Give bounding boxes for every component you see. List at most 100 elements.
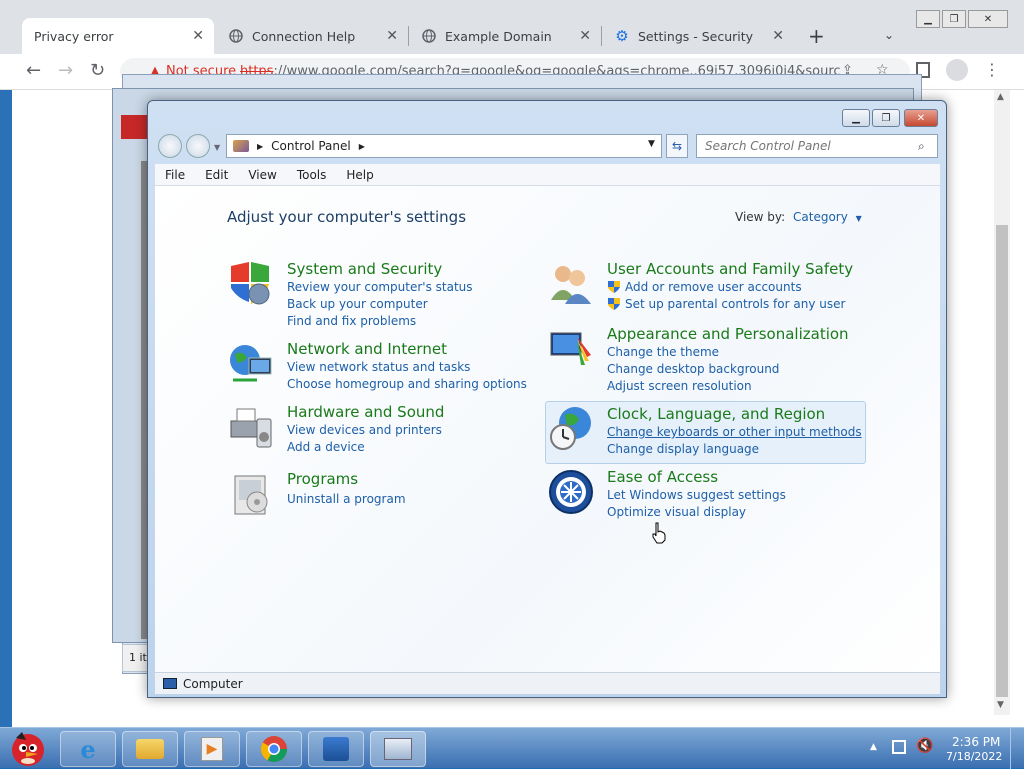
view-by-dropdown[interactable]: Category ▼ bbox=[793, 210, 862, 224]
tab-example-domain[interactable]: Example Domain ✕ bbox=[409, 18, 601, 54]
refresh-icon[interactable]: ⇆ bbox=[666, 134, 688, 158]
link-uninstall[interactable]: Uninstall a program bbox=[287, 492, 406, 506]
search-icon[interactable]: ⌕ bbox=[918, 139, 925, 154]
forward-arrow-icon[interactable]: → bbox=[58, 60, 73, 81]
control-panel-window[interactable]: ▁ ❐ ✕ ▼ ▶ Control Panel ▶ ▼ ⇆ ⌕ File Edi… bbox=[147, 100, 947, 698]
category-title[interactable]: Programs bbox=[287, 470, 358, 488]
category-title[interactable]: Hardware and Sound bbox=[287, 403, 444, 421]
menu-view[interactable]: View bbox=[238, 168, 286, 182]
link-review-status[interactable]: Review your computer's status bbox=[287, 280, 473, 294]
tab-settings-security[interactable]: ⚙ Settings - Security ✕ bbox=[602, 18, 794, 54]
programs-box-icon bbox=[227, 470, 277, 520]
app-icon bbox=[323, 737, 349, 761]
link-back-up[interactable]: Back up your computer bbox=[287, 297, 428, 311]
tab-title: Settings - Security bbox=[638, 28, 754, 44]
link-change-keyboards[interactable]: Change keyboards or other input methods bbox=[607, 425, 862, 439]
close-button[interactable]: ✕ bbox=[968, 10, 1008, 28]
link-add-device[interactable]: Add a device bbox=[287, 440, 365, 454]
menu-kebab-icon[interactable]: ⋮ bbox=[984, 60, 1000, 79]
page-title: Adjust your computer's settings bbox=[227, 208, 467, 226]
clock-date[interactable]: 7/18/2022 bbox=[946, 750, 1002, 763]
maximize-button[interactable]: ❐ bbox=[872, 109, 900, 127]
link-optimize-display[interactable]: Optimize visual display bbox=[607, 505, 746, 519]
menu-bar: File Edit View Tools Help bbox=[155, 164, 940, 186]
new-tab-button[interactable]: + bbox=[808, 24, 825, 48]
tab-connection-help[interactable]: Connection Help ✕ bbox=[216, 18, 408, 54]
scrollbar-thumb[interactable] bbox=[996, 225, 1008, 697]
taskbar-app[interactable] bbox=[308, 731, 364, 767]
scroll-up-icon[interactable]: ▲ bbox=[997, 92, 1004, 102]
taskbar-chrome[interactable] bbox=[246, 731, 302, 767]
profile-avatar-icon[interactable] bbox=[946, 59, 968, 81]
clock-time[interactable]: 2:36 PM bbox=[952, 735, 1000, 749]
category-appearance: Appearance and Personalization Change th… bbox=[547, 325, 867, 393]
globe-icon bbox=[421, 28, 437, 44]
start-button[interactable] bbox=[4, 728, 52, 769]
close-icon[interactable]: ✕ bbox=[772, 28, 784, 44]
show-hidden-icons[interactable]: ▲ bbox=[870, 742, 877, 752]
category-title[interactable]: User Accounts and Family Safety bbox=[607, 260, 853, 278]
close-icon[interactable]: ✕ bbox=[579, 28, 591, 44]
link-display-language[interactable]: Change display language bbox=[607, 442, 759, 456]
link-homegroup[interactable]: Choose homegroup and sharing options bbox=[287, 377, 527, 391]
chevron-right-icon[interactable]: ▶ bbox=[257, 142, 263, 151]
category-clock-language-region: Clock, Language, and Region Change keybo… bbox=[547, 405, 867, 461]
close-icon[interactable]: ✕ bbox=[386, 28, 398, 44]
link-change-theme[interactable]: Change the theme bbox=[607, 345, 719, 359]
taskbar: e ▶ ▲ 🔇 2:36 PM 7/18/2022 bbox=[0, 727, 1024, 769]
network-icon[interactable] bbox=[892, 740, 906, 754]
category-title[interactable]: System and Security bbox=[287, 260, 442, 278]
taskbar-file-explorer[interactable] bbox=[122, 731, 178, 767]
computer-icon bbox=[163, 678, 177, 689]
minimize-button[interactable]: ▁ bbox=[916, 10, 940, 28]
link-devices-printers[interactable]: View devices and printers bbox=[287, 423, 442, 437]
menu-edit[interactable]: Edit bbox=[195, 168, 238, 182]
reload-icon[interactable]: ↻ bbox=[90, 60, 105, 81]
back-button[interactable] bbox=[158, 134, 182, 158]
security-shield-icon bbox=[227, 260, 277, 310]
chevron-down-icon[interactable]: ▼ bbox=[648, 139, 655, 149]
scroll-down-icon[interactable]: ▼ bbox=[997, 700, 1004, 710]
appearance-monitor-icon bbox=[547, 325, 597, 375]
link-find-fix[interactable]: Find and fix problems bbox=[287, 314, 416, 328]
taskbar-media-player[interactable]: ▶ bbox=[184, 731, 240, 767]
forward-button[interactable] bbox=[186, 134, 210, 158]
category-hardware-and-sound: Hardware and Sound View devices and prin… bbox=[227, 403, 527, 454]
tab-privacy-error[interactable]: Privacy error ✕ bbox=[22, 18, 214, 54]
tab-title: Example Domain bbox=[445, 28, 552, 44]
chevron-right-icon[interactable]: ▶ bbox=[359, 142, 365, 151]
category-title[interactable]: Clock, Language, and Region bbox=[607, 405, 825, 423]
volume-muted-icon[interactable]: 🔇 bbox=[916, 738, 933, 754]
category-title[interactable]: Appearance and Personalization bbox=[607, 325, 849, 343]
link-add-remove-users[interactable]: Add or remove user accounts bbox=[625, 280, 802, 294]
breadcrumb-control-panel[interactable]: Control Panel bbox=[271, 139, 351, 153]
close-button[interactable]: ✕ bbox=[904, 109, 938, 127]
search-input[interactable] bbox=[696, 134, 938, 158]
back-arrow-icon[interactable]: ← bbox=[26, 60, 41, 81]
menu-file[interactable]: File bbox=[155, 168, 195, 182]
folder-icon bbox=[136, 739, 164, 759]
taskbar-control-panel[interactable] bbox=[370, 731, 426, 767]
chrome-icon bbox=[260, 736, 288, 763]
category-title[interactable]: Ease of Access bbox=[607, 468, 718, 486]
desktop-background bbox=[0, 90, 12, 727]
taskbar-internet-explorer[interactable]: e bbox=[60, 731, 116, 767]
category-ease-of-access: Ease of Access Let Windows suggest setti… bbox=[547, 468, 867, 519]
maximize-button[interactable]: ❐ bbox=[942, 10, 966, 28]
media-player-icon: ▶ bbox=[201, 737, 223, 761]
minimize-button[interactable]: ▁ bbox=[842, 109, 870, 127]
menu-tools[interactable]: Tools bbox=[287, 168, 337, 182]
link-windows-suggest[interactable]: Let Windows suggest settings bbox=[607, 488, 786, 502]
address-bar[interactable]: ▶ Control Panel ▶ bbox=[226, 134, 662, 158]
link-parental-controls[interactable]: Set up parental controls for any user bbox=[625, 297, 845, 311]
link-desktop-background[interactable]: Change desktop background bbox=[607, 362, 779, 376]
category-title[interactable]: Network and Internet bbox=[287, 340, 447, 358]
close-icon[interactable]: ✕ bbox=[192, 28, 204, 44]
chevron-down-icon[interactable]: ⌄ bbox=[884, 28, 894, 42]
show-desktop-button[interactable] bbox=[1010, 728, 1024, 769]
menu-help[interactable]: Help bbox=[336, 168, 383, 182]
link-screen-resolution[interactable]: Adjust screen resolution bbox=[607, 379, 752, 393]
chevron-down-icon[interactable]: ▼ bbox=[214, 143, 220, 152]
link-network-status[interactable]: View network status and tasks bbox=[287, 360, 470, 374]
uac-shield-icon bbox=[607, 297, 621, 311]
